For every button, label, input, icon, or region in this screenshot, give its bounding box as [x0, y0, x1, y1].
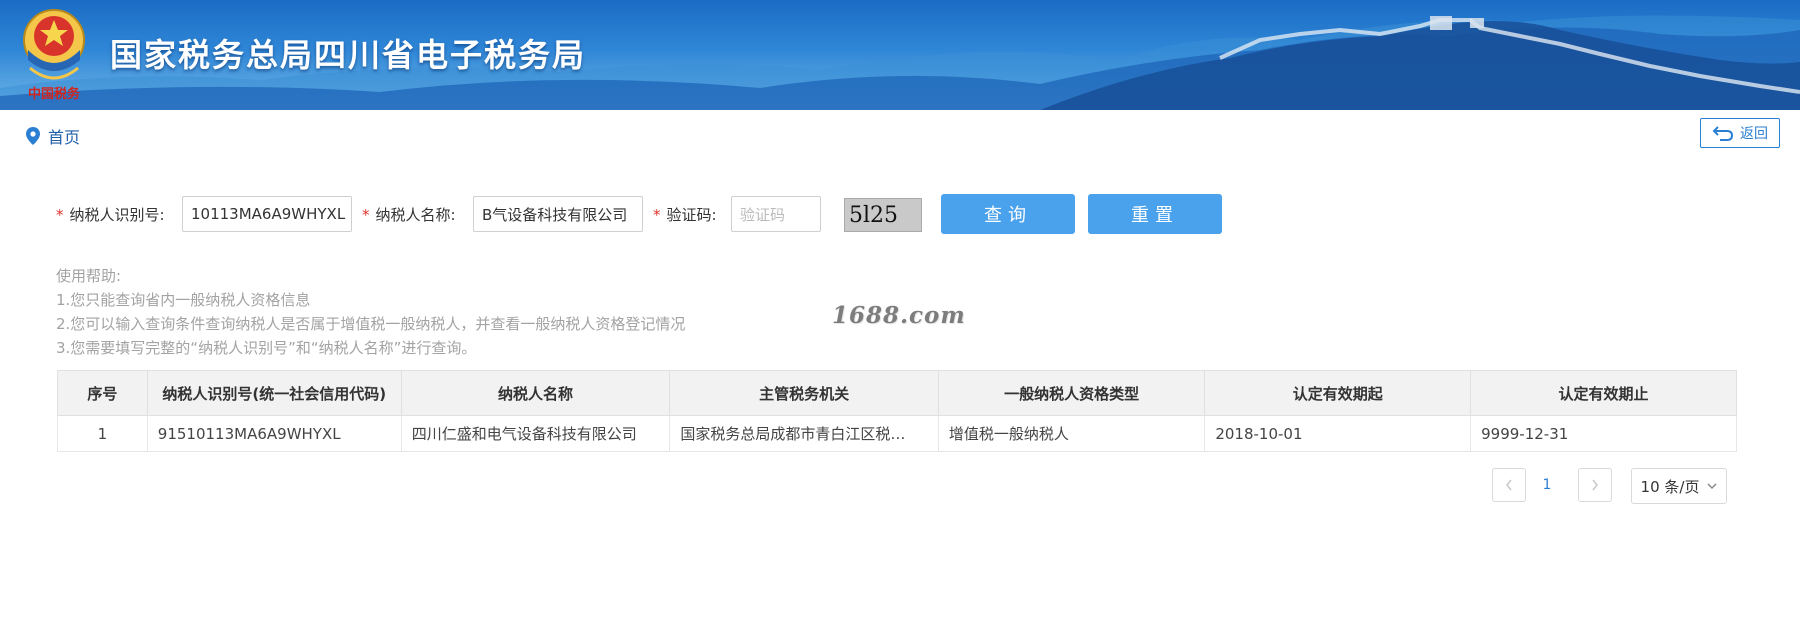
- column-header: 纳税人识别号(统一社会信用代码): [146, 370, 402, 416]
- captcha-label: * 验证码:: [653, 206, 717, 224]
- watermark-text: 1688.com: [832, 302, 966, 329]
- table-header-row: 序号 纳税人识别号(统一社会信用代码) 纳税人名称 主管税务机关 一般纳税人资格…: [57, 370, 1737, 416]
- query-button[interactable]: 查询: [941, 194, 1075, 234]
- cell-taxpayer-id: 91510113MA6A9WHYXL: [146, 415, 402, 452]
- column-header: 认定有效期起: [1204, 370, 1472, 416]
- prev-page-button[interactable]: [1492, 468, 1526, 502]
- column-header: 认定有效期止: [1470, 370, 1737, 416]
- breadcrumb-home[interactable]: 首页: [48, 124, 80, 148]
- captcha-image[interactable]: 5l25: [844, 198, 922, 232]
- table-row[interactable]: 1 91510113MA6A9WHYXL 四川仁盛和电气设备科技有限公司 国家税…: [57, 415, 1737, 452]
- site-title: 国家税务总局四川省电子税务局: [110, 36, 587, 74]
- emblem-caption: 中国税务: [28, 86, 81, 102]
- column-header: 一般纳税人资格类型: [937, 370, 1206, 416]
- captcha-input[interactable]: 验证码: [731, 196, 821, 232]
- page-size-select[interactable]: 10 条/页: [1631, 468, 1727, 504]
- column-header: 序号: [57, 370, 148, 416]
- cell-index: 1: [57, 415, 148, 452]
- location-pin-icon: [26, 127, 40, 145]
- result-table: 序号 纳税人识别号(统一社会信用代码) 纳税人名称 主管税务机关 一般纳税人资格…: [57, 370, 1737, 452]
- help-line: 3.您需要填写完整的“纳税人识别号”和“纳税人名称”进行查询。: [56, 339, 477, 357]
- cell-taxpayer-name: 四川仁盛和电气设备科技有限公司: [400, 415, 671, 452]
- page-number[interactable]: 1: [1530, 468, 1564, 502]
- page-size-value: 10 条/页: [1640, 477, 1700, 496]
- tax-emblem-icon: 中国税务: [23, 9, 85, 102]
- cell-valid-from: 2018-10-01: [1204, 415, 1472, 452]
- return-arrow-icon: [1712, 126, 1734, 141]
- chevron-left-icon: [1506, 479, 1512, 491]
- breadcrumb[interactable]: 首页: [26, 124, 80, 148]
- chevron-right-icon: [1592, 479, 1598, 491]
- chevron-down-icon: [1707, 483, 1717, 489]
- help-line: 1.您只能查询省内一般纳税人资格信息: [56, 291, 311, 309]
- taxpayer-name-label: * 纳税人名称:: [362, 206, 456, 224]
- help-line: 2.您可以输入查询条件查询纳税人是否属于增值税一般纳税人，并查看一般纳税人资格登…: [56, 315, 686, 333]
- column-header: 主管税务机关: [669, 370, 939, 416]
- back-button[interactable]: 返回: [1700, 118, 1780, 148]
- cell-valid-to: 9999-12-31: [1470, 415, 1737, 452]
- taxpayer-id-label: * 纳税人识别号:: [56, 206, 165, 224]
- reset-button[interactable]: 重置: [1088, 194, 1222, 234]
- usage-help: 使用帮助: 1.您只能查询省内一般纳税人资格信息 2.您可以输入查询条件查询纳税…: [56, 264, 685, 360]
- taxpayer-id-input[interactable]: 10113MA6A9WHYXL: [182, 196, 352, 232]
- column-header: 纳税人名称: [400, 370, 671, 416]
- cell-tax-authority: 国家税务总局成都市青白江区税…: [669, 415, 939, 452]
- taxpayer-name-input[interactable]: B气设备科技有限公司: [473, 196, 643, 232]
- help-title: 使用帮助:: [56, 267, 122, 285]
- back-button-label: 返回: [1740, 126, 1768, 142]
- header-banner: 中国税务 国家税务总局四川省电子税务局: [0, 0, 1800, 110]
- search-form: * 纳税人识别号: 10113MA6A9WHYXL * 纳税人名称: B气设备科技有…: [56, 194, 1756, 234]
- next-page-button[interactable]: [1578, 468, 1612, 502]
- cell-qualification-type: 增值税一般纳税人: [937, 415, 1206, 452]
